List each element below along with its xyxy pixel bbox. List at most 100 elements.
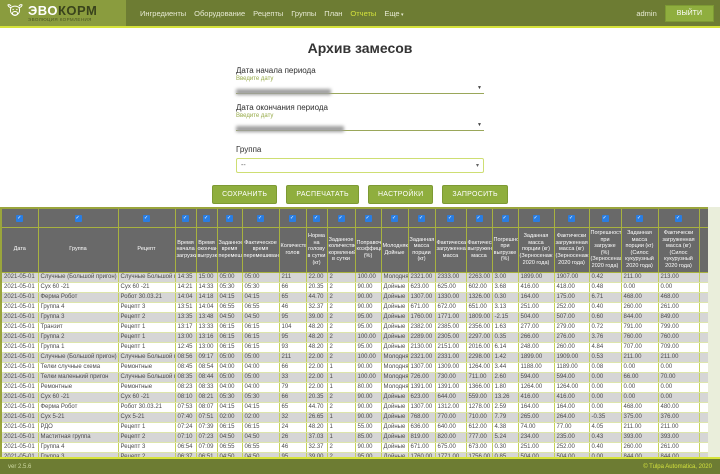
column-checkbox[interactable]: [418, 215, 425, 222]
table-cell: 2: [326, 312, 356, 323]
table-cell: 2: [326, 332, 356, 343]
table-cell: Дойные: [380, 342, 409, 353]
print-button[interactable]: РАСПЕЧАТАТЬ: [286, 185, 359, 204]
table-cell: 504.00: [517, 312, 555, 323]
column-checkbox[interactable]: [226, 215, 233, 222]
table-cell: 05:00: [241, 352, 280, 363]
column-checkbox[interactable]: [337, 215, 345, 222]
column-checkbox[interactable]: [391, 215, 398, 222]
table-cell: 0.00: [588, 382, 622, 393]
group-select[interactable]: -- ▾: [236, 158, 484, 173]
table-cell: 24: [278, 422, 307, 433]
table-cell: 1.42: [491, 352, 519, 363]
column-checkbox[interactable]: [16, 215, 24, 222]
table-cell: 0.72: [588, 322, 622, 333]
table-cell: 2021-05-01: [0, 352, 39, 363]
table-cell: 251.00: [517, 302, 555, 313]
column-checkbox[interactable]: [289, 215, 296, 222]
table-cell: Рецепт 1: [117, 342, 176, 353]
table-cell: 2130.00: [407, 342, 436, 353]
table-cell: 844.00: [620, 312, 659, 323]
table-cell: 0.00: [588, 392, 622, 403]
nav-item-reports[interactable]: Отчеты: [350, 9, 376, 18]
table-cell: Дойные: [380, 282, 409, 293]
username: admin: [636, 8, 657, 18]
settings-button[interactable]: НАСТРОЙКИ: [367, 185, 434, 204]
table-cell-partial: [698, 322, 708, 333]
column-header: Заданное время перемешивания: [216, 227, 243, 273]
table-cell: 95.00: [354, 322, 382, 333]
table-cell: 636.00: [407, 422, 436, 433]
nav-item-equipment[interactable]: Оборудование: [194, 9, 245, 18]
table-cell: Робот 30.03.21: [117, 292, 176, 303]
logout-button[interactable]: ВЫЙТИ: [664, 4, 714, 22]
nav-item-recipes[interactable]: Рецепты: [253, 9, 283, 18]
column-checkbox[interactable]: [601, 215, 609, 222]
table-cell: 0.00: [620, 392, 659, 403]
table-cell: 06:15: [216, 322, 243, 333]
table-cell: 90.00: [354, 302, 382, 313]
column-header: Норма на голову в сутки (кг): [305, 227, 328, 273]
table-cell: 2331.00: [434, 352, 467, 363]
table-cell: 672.00: [434, 302, 467, 313]
column-checkbox[interactable]: [447, 215, 454, 222]
table-cell: 612.00: [465, 422, 493, 433]
column-checkbox[interactable]: [568, 215, 575, 222]
table-cell: 1391.00: [434, 382, 467, 393]
column-checkbox[interactable]: [475, 215, 483, 222]
table-row: 2021-05-01 Случные (Большой пригон) Случны…: [0, 272, 708, 283]
brand-korm: КОРМ: [57, 2, 98, 18]
table-cell: 1391.00: [407, 382, 436, 393]
table-cell: 2021-05-01: [0, 342, 39, 353]
table-cell: 1760.00: [407, 312, 436, 323]
request-button[interactable]: ЗАПРОСИТЬ: [442, 185, 508, 204]
table-cell: Рецепт 1: [117, 422, 176, 433]
column-checkbox[interactable]: [675, 215, 682, 222]
column-header: Погрешность при выгрузке (%): [491, 227, 519, 273]
column-header: Заданная масса порции (кг) (Зерносенаж 2…: [517, 227, 555, 273]
table-cell: Дойные: [380, 292, 409, 303]
table-cell: 0.00: [620, 282, 659, 293]
table-cell: 234.00: [517, 432, 555, 443]
table-cell: 393.00: [657, 432, 700, 443]
column-checkbox[interactable]: [74, 215, 82, 222]
table-cell: 1188.00: [517, 362, 555, 373]
column-checkbox[interactable]: [313, 215, 320, 222]
nav-item-plan[interactable]: План: [324, 9, 342, 18]
date-start-input[interactable]: ▼: [236, 82, 484, 95]
table-cell: 248.00: [517, 342, 555, 353]
column-checkbox[interactable]: [143, 215, 150, 222]
table-cell: 2305.00: [434, 332, 467, 343]
table-cell: 07:23: [195, 432, 218, 443]
table-cell: 74.00: [517, 422, 555, 433]
save-button[interactable]: СОХРАНИТЬ: [212, 185, 278, 204]
table-cell: 768.00: [407, 412, 436, 423]
column-checkbox[interactable]: [182, 215, 189, 222]
table-cell: 0.40: [588, 302, 622, 313]
table-cell: 2016.00: [465, 342, 493, 353]
column-checkbox[interactable]: [257, 215, 264, 222]
table-cell: 644.00: [434, 392, 467, 403]
table-cell: 4.38: [491, 422, 519, 433]
table-cell: 05:30: [241, 282, 280, 293]
date-end-input[interactable]: ▼: [236, 119, 484, 132]
column-checkbox[interactable]: [501, 215, 509, 222]
table-cell: 416.00: [553, 392, 590, 403]
nav-item-more[interactable]: Еще ▾: [384, 9, 403, 18]
table-cell: 1189.00: [553, 362, 590, 373]
brand-logo[interactable]: ЭВОКОРМ ЭВОЛЮЦИЯ КОРМЛЕНИЯ: [0, 0, 126, 26]
column-checkbox[interactable]: [636, 215, 643, 222]
column-checkbox[interactable]: [203, 215, 210, 222]
table-cell: 100.00: [354, 352, 382, 363]
table-cell: 14:21: [174, 282, 197, 293]
nav-item-groups[interactable]: Группы: [291, 9, 316, 18]
table-cell: 95: [278, 312, 307, 323]
table-cell: 08:21: [195, 392, 218, 403]
table-cell: 06:15: [241, 342, 280, 353]
table-cell: 2021-05-01: [0, 422, 39, 433]
table-cell: 05:00: [216, 372, 243, 383]
table-cell: 07:24: [174, 422, 197, 433]
column-checkbox[interactable]: [532, 215, 540, 222]
column-checkbox[interactable]: [364, 215, 372, 222]
nav-item-ingredients[interactable]: Ингредиенты: [140, 9, 186, 18]
